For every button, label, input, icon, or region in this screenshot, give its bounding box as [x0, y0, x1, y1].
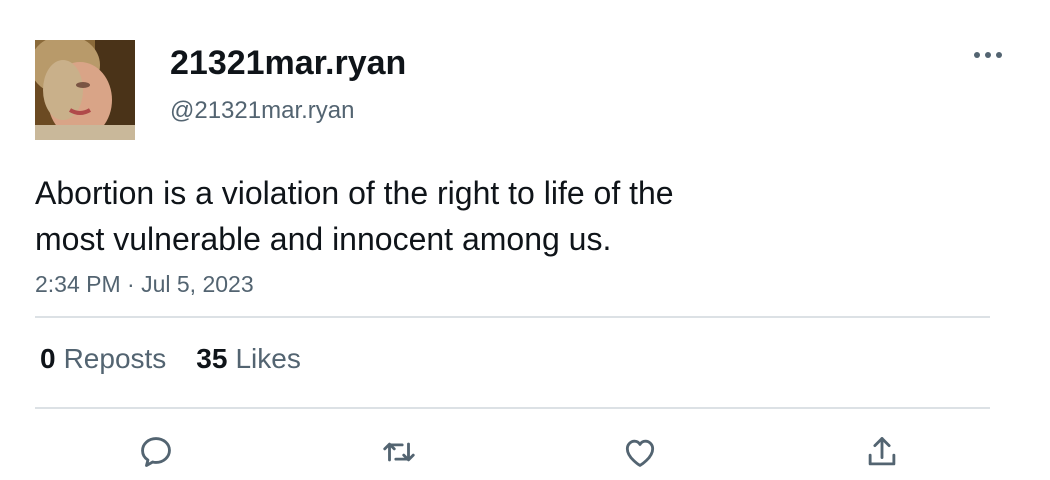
tweet-text-line: most vulnerable and innocent among us.: [35, 221, 612, 257]
tweet-text: Abortion is a violation of the right to …: [35, 170, 795, 262]
reply-icon: [141, 437, 171, 467]
share-button[interactable]: [860, 430, 904, 474]
engagement-stats: 0 Reposts 35 Likes: [40, 341, 301, 377]
display-name[interactable]: 21321mar.ryan: [170, 42, 406, 84]
likes-count: 35: [196, 343, 228, 374]
avatar-photo: [35, 40, 135, 140]
more-options-button[interactable]: [968, 40, 1008, 70]
divider: [35, 407, 990, 409]
like-button[interactable]: [618, 430, 662, 474]
heart-icon: [625, 439, 655, 467]
reposts-stat[interactable]: 0 Reposts: [40, 341, 166, 377]
reposts-count: 0: [40, 343, 56, 374]
more-horizontal-icon: [974, 52, 1002, 58]
tweet-timestamp[interactable]: 2:34 PM · Jul 5, 2023: [35, 269, 254, 299]
share-icon: [868, 437, 896, 466]
divider: [35, 316, 990, 318]
repost-icon: [383, 442, 415, 462]
tweet-text-line: Abortion is a violation of the right to …: [35, 175, 674, 211]
user-handle[interactable]: @21321mar.ryan: [170, 95, 354, 127]
repost-button[interactable]: [377, 430, 421, 474]
likes-stat[interactable]: 35 Likes: [196, 341, 301, 377]
reposts-label: Reposts: [63, 343, 167, 374]
likes-label: Likes: [235, 343, 301, 374]
reply-button[interactable]: [134, 430, 178, 474]
avatar[interactable]: [35, 40, 135, 140]
